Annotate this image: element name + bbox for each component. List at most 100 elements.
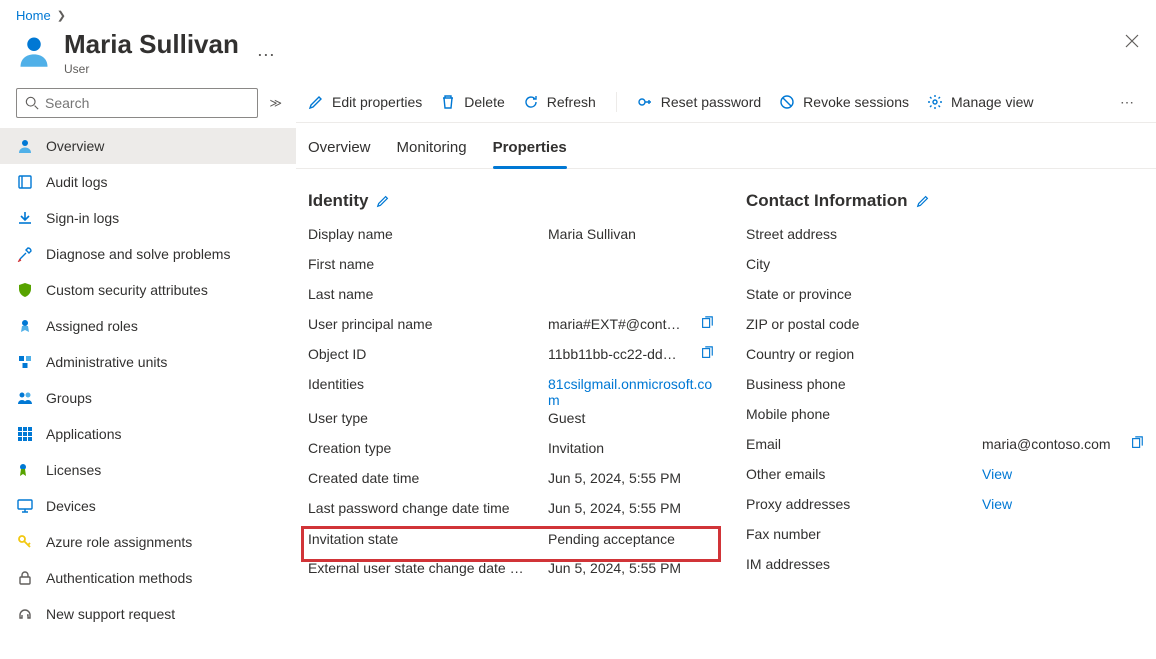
edit-contact-icon[interactable] [916, 194, 930, 208]
field-value: Jun 5, 2024, 5:55 PM [548, 560, 714, 576]
sidebar-item-overview[interactable]: Overview [0, 128, 296, 164]
key-icon [637, 94, 653, 110]
more-commands-icon[interactable]: ⋯ [1120, 94, 1136, 111]
sidebar-item-devices[interactable]: Devices [0, 488, 296, 524]
field-value: 11bb11bb-cc22-dd… [548, 346, 692, 362]
field-label: User type [308, 410, 540, 426]
breadcrumb-home[interactable]: Home [16, 8, 51, 23]
more-icon[interactable]: ⋯ [257, 45, 275, 66]
sidebar-item-label: Overview [46, 138, 104, 154]
page-header: Maria Sullivan User ⋯ [0, 29, 1156, 82]
close-icon[interactable] [1124, 33, 1140, 49]
reset-password-button[interactable]: Reset password [637, 94, 761, 110]
sidebar-item-admin-units[interactable]: Administrative units [0, 344, 296, 380]
contact-section: Contact Information Street address City … [746, 191, 1144, 589]
badge-icon [16, 318, 34, 334]
user-icon [16, 138, 34, 154]
sidebar-item-audit-logs[interactable]: Audit logs [0, 164, 296, 200]
org-icon [16, 354, 34, 370]
section-title: Contact Information [746, 191, 908, 211]
field-value: Pending acceptance [548, 531, 714, 547]
sidebar-item-custom-security[interactable]: Custom security attributes [0, 272, 296, 308]
copy-icon[interactable] [700, 346, 714, 360]
button-label: Manage view [951, 94, 1034, 110]
field-label: External user state change date … [308, 560, 540, 576]
field-label: Display name [308, 226, 540, 242]
sidebar-item-groups[interactable]: Groups [0, 380, 296, 416]
button-label: Revoke sessions [803, 94, 909, 110]
sidebar-item-applications[interactable]: Applications [0, 416, 296, 452]
manage-view-button[interactable]: Manage view [927, 94, 1034, 110]
field-label: Object ID [308, 346, 540, 362]
field-label: IM addresses [746, 556, 974, 572]
sidebar-item-sign-in-logs[interactable]: Sign-in logs [0, 200, 296, 236]
sidebar-item-support[interactable]: New support request [0, 596, 296, 632]
block-icon [779, 94, 795, 110]
edit-identity-icon[interactable] [376, 194, 390, 208]
sidebar-item-diagnose[interactable]: Diagnose and solve problems [0, 236, 296, 272]
button-label: Refresh [547, 94, 596, 110]
group-icon [16, 390, 34, 406]
field-value: maria@contoso.com [982, 436, 1122, 452]
sidebar-item-label: Administrative units [46, 354, 167, 370]
section-title: Identity [308, 191, 368, 211]
sidebar-item-assigned-roles[interactable]: Assigned roles [0, 308, 296, 344]
apps-icon [16, 426, 34, 442]
field-value: Guest [548, 410, 714, 426]
view-link[interactable]: View [982, 496, 1144, 512]
sidebar-item-label: Groups [46, 390, 92, 406]
collapse-sidebar-icon[interactable]: ≪ [266, 96, 282, 110]
revoke-sessions-button[interactable]: Revoke sessions [779, 94, 909, 110]
field-label: Fax number [746, 526, 974, 542]
button-label: Reset password [661, 94, 761, 110]
search-input-wrapper[interactable] [16, 88, 258, 118]
sidebar-item-label: Applications [46, 426, 122, 442]
page-title: Maria Sullivan [64, 29, 239, 60]
field-label: Street address [746, 226, 974, 242]
tab-properties[interactable]: Properties [493, 137, 567, 168]
field-label: Other emails [746, 466, 974, 482]
field-label: State or province [746, 286, 974, 302]
delete-button[interactable]: Delete [440, 94, 504, 110]
identity-section: Identity Display nameMaria Sullivan Firs… [308, 191, 714, 589]
gear-icon [927, 94, 943, 110]
sidebar-item-licenses[interactable]: Licenses [0, 452, 296, 488]
sidebar-item-label: Azure role assignments [46, 534, 192, 550]
sidebar-item-auth-methods[interactable]: Authentication methods [0, 560, 296, 596]
signin-icon [16, 210, 34, 226]
edit-properties-button[interactable]: Edit properties [308, 94, 422, 110]
user-icon [16, 33, 52, 69]
sidebar: ≪ Overview Audit logs Sign-in logs Diag [0, 82, 296, 659]
sidebar-item-label: Authentication methods [46, 570, 192, 586]
copy-icon[interactable] [700, 316, 714, 330]
tab-overview[interactable]: Overview [308, 137, 371, 168]
field-label: Last password change date time [308, 500, 540, 516]
copy-icon[interactable] [1130, 436, 1144, 450]
field-label: City [746, 256, 974, 272]
field-value-link[interactable]: 81csilgmail.onmicrosoft.com [548, 376, 714, 408]
button-label: Edit properties [332, 94, 422, 110]
view-link[interactable]: View [982, 466, 1144, 482]
trash-icon [440, 94, 456, 110]
field-label: User principal name [308, 316, 540, 332]
field-value: Invitation [548, 440, 714, 456]
sidebar-item-azure-roles[interactable]: Azure role assignments [0, 524, 296, 560]
field-value: Jun 5, 2024, 5:55 PM [548, 470, 714, 486]
field-label: Creation type [308, 440, 540, 456]
field-label: ZIP or postal code [746, 316, 974, 332]
search-input[interactable] [45, 95, 249, 111]
breadcrumb: Home ❯ [0, 0, 1156, 29]
field-value: maria#EXT#@cont… [548, 316, 692, 332]
refresh-icon [523, 94, 539, 110]
field-value: Jun 5, 2024, 5:55 PM [548, 500, 714, 516]
field-label: Mobile phone [746, 406, 974, 422]
sidebar-item-label: Diagnose and solve problems [46, 246, 230, 262]
refresh-button[interactable]: Refresh [523, 94, 596, 110]
headset-icon [16, 606, 34, 622]
book-icon [16, 174, 34, 190]
monitor-icon [16, 498, 34, 514]
chevron-right-icon: ❯ [57, 9, 66, 22]
sidebar-item-label: Custom security attributes [46, 282, 208, 298]
tab-monitoring[interactable]: Monitoring [397, 137, 467, 168]
main-content: Edit properties Delete Refresh Reset pas… [296, 82, 1156, 659]
